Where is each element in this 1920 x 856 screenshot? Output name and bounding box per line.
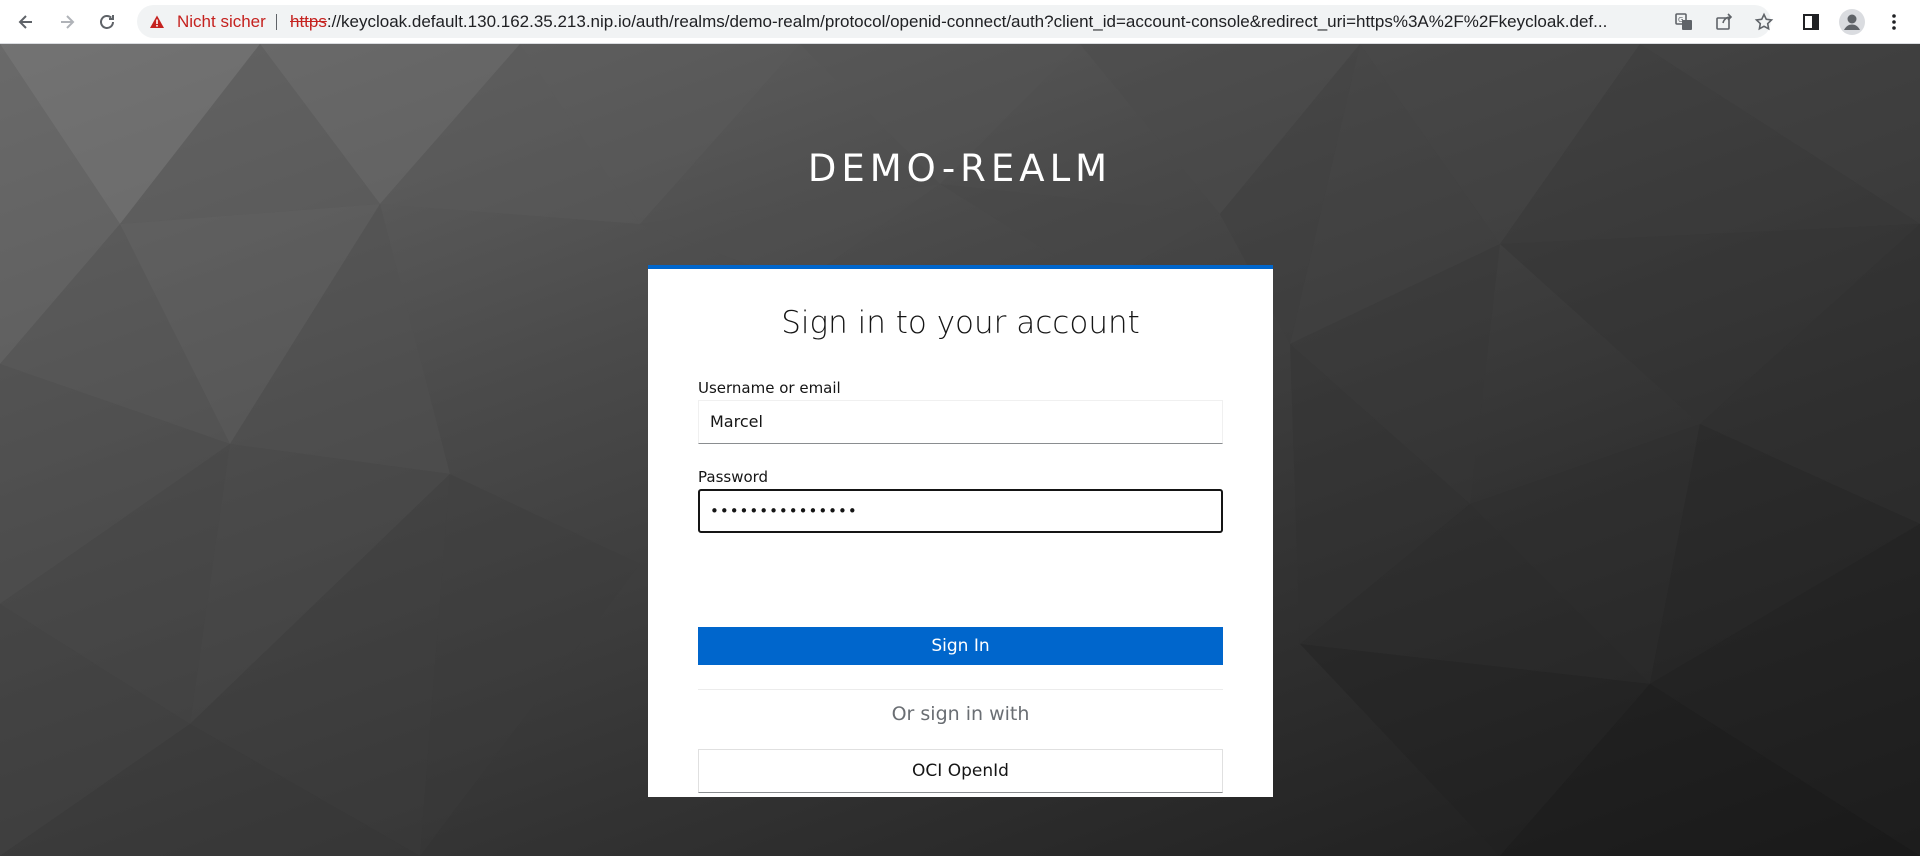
side-panel-button[interactable] — [1795, 6, 1827, 38]
translate-icon[interactable]: G — [1673, 11, 1695, 33]
arrow-right-icon — [61, 15, 75, 29]
security-status[interactable]: Nicht sicher — [177, 5, 266, 38]
kebab-menu-icon — [1892, 14, 1896, 30]
reload-button[interactable] — [91, 6, 123, 38]
profile-button[interactable] — [1836, 6, 1868, 38]
omnibox-separator — [276, 14, 277, 30]
oci-openid-provider-button[interactable]: OCI OpenId — [698, 749, 1223, 793]
browser-toolbar: Nicht sicher https://keycloak.default.13… — [0, 0, 1920, 44]
password-label: Password — [698, 468, 769, 486]
reload-icon — [100, 15, 114, 29]
back-button[interactable] — [10, 6, 42, 38]
svg-text:G: G — [1678, 16, 1683, 24]
url-scheme: https — [290, 12, 327, 31]
forward-button[interactable] — [51, 6, 83, 38]
login-page-background: DEMO-REALM Sign in to your account Usern… — [0, 44, 1920, 856]
divider — [698, 689, 1223, 690]
sign-in-button[interactable]: Sign In — [698, 627, 1223, 665]
login-card: Sign in to your account Username or emai… — [648, 265, 1273, 797]
side-panel-icon — [1803, 14, 1819, 30]
warning-triangle-icon — [150, 15, 164, 28]
address-bar[interactable]: Nicht sicher https://keycloak.default.13… — [137, 5, 1774, 38]
url-rest: ://keycloak.default.130.162.35.213.nip.i… — [326, 12, 1608, 31]
username-label: Username or email — [698, 379, 841, 397]
profile-icon — [1839, 9, 1865, 35]
browser-menu-button[interactable] — [1878, 6, 1910, 38]
arrow-left-icon — [18, 15, 32, 29]
password-masked-value: ••••••••••••••• — [710, 502, 858, 520]
password-input[interactable]: ••••••••••••••• — [698, 489, 1223, 533]
realm-title: DEMO-REALM — [807, 147, 1113, 190]
username-input[interactable]: Marcel — [698, 400, 1223, 444]
login-heading: Sign in to your account — [781, 305, 1140, 341]
share-icon[interactable] — [1713, 11, 1735, 33]
url-text[interactable]: https://keycloak.default.130.162.35.213.… — [290, 5, 1790, 38]
star-icon[interactable] — [1753, 11, 1775, 33]
or-sign-in-with-text: Or sign in with — [891, 703, 1030, 725]
